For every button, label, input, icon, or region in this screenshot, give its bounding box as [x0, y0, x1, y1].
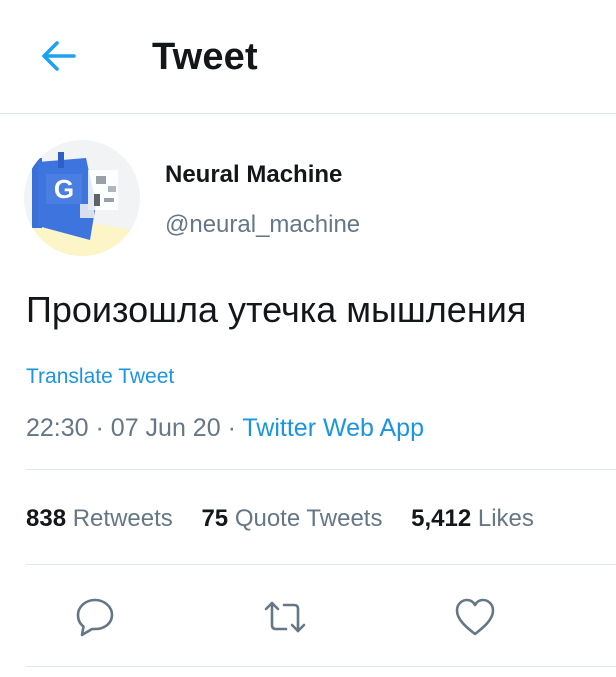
avatar-logo-letter: G: [54, 174, 74, 204]
arrow-left-icon: [42, 41, 76, 71]
translate-tweet-link[interactable]: Translate Tweet: [26, 364, 174, 390]
meta-separator: ·: [227, 414, 236, 442]
avatar[interactable]: G: [24, 140, 140, 256]
tweet-date[interactable]: 07 Jun 20: [111, 414, 221, 442]
top-bar: Tweet: [0, 0, 616, 114]
tweet-time[interactable]: 22:30: [26, 414, 89, 442]
likes-count: 5,412: [411, 505, 472, 532]
author-handle[interactable]: @neural_machine: [165, 210, 360, 240]
retweet-icon: [264, 601, 306, 633]
tweet-metadata: 22:30 · 07 Jun 20 · Twitter Web App: [26, 412, 424, 444]
divider: [26, 666, 616, 667]
retweets-stat[interactable]: 838 Retweets: [26, 503, 173, 535]
tweet-source-link[interactable]: Twitter Web App: [242, 414, 424, 442]
quote-tweets-count: 75: [201, 505, 229, 532]
back-button[interactable]: [36, 36, 80, 76]
likes-stat[interactable]: 5,412 Likes: [411, 503, 534, 535]
likes-label: Likes: [477, 505, 534, 532]
tweet-text: Произошла утечка мышления: [26, 289, 527, 330]
quote-tweets-stat[interactable]: 75 Quote Tweets: [201, 503, 382, 535]
retweet-button[interactable]: [262, 594, 308, 640]
engagement-stats: 838 Retweets 75 Quote Tweets 5,412 Likes: [26, 503, 534, 535]
divider: [26, 469, 616, 470]
heart-icon: [455, 598, 495, 636]
reply-button[interactable]: [72, 594, 118, 640]
retweets-label: Retweets: [72, 505, 173, 532]
page-title: Tweet: [152, 36, 258, 78]
author-display-name[interactable]: Neural Machine: [165, 160, 342, 190]
retweets-count: 838: [26, 505, 67, 532]
meta-separator: ·: [95, 414, 104, 442]
quote-tweets-label: Quote Tweets: [234, 505, 383, 532]
divider: [26, 564, 616, 565]
like-button[interactable]: [452, 594, 498, 640]
reply-icon: [76, 598, 114, 637]
